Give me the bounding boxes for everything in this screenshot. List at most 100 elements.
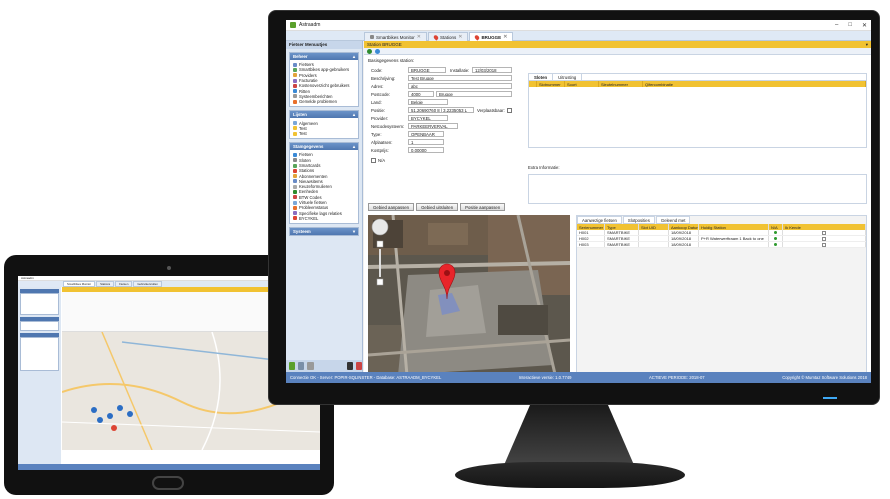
user-icon <box>293 62 297 67</box>
list-icon <box>293 131 297 136</box>
monitor-icon[interactable] <box>346 362 353 370</box>
monitor-base <box>455 462 685 488</box>
gebied-aanpassen-button[interactable]: Gebied aanpassen <box>368 203 415 211</box>
verplaatsbaar-checkbox[interactable] <box>506 107 512 113</box>
chevron-down-icon[interactable]: ▾ <box>353 229 355 235</box>
table-row[interactable]: H003 SMARTBIKE 18/09/2018 <box>577 242 866 248</box>
sidebar-item-test[interactable]: Test <box>293 131 355 136</box>
close-button[interactable]: ✕ <box>862 22 867 29</box>
chevron-up-icon[interactable]: ▴ <box>353 144 355 150</box>
na-cell <box>769 236 783 241</box>
sidebar-item-label: Systeemberichten <box>299 93 333 99</box>
close-icon[interactable]: ✕ <box>417 34 421 40</box>
tab-bar: Smartbikes Monitor ✕ Stations ✕ BRUGGE ✕ <box>286 31 871 41</box>
exit-icon[interactable] <box>355 362 363 370</box>
panel-header[interactable]: Stamgegevens ▴ <box>290 143 358 151</box>
land-select[interactable]: Belgie <box>408 99 448 105</box>
app-logo-icon <box>290 22 296 28</box>
na-cell <box>769 230 783 235</box>
tab-brugge[interactable]: BRUGGE ✕ <box>469 32 514 41</box>
close-icon[interactable]: ✕ <box>458 34 462 40</box>
maximize-button[interactable]: □ <box>848 22 852 29</box>
panel-header[interactable]: Lijsten ▴ <box>290 111 358 119</box>
satellite-map[interactable] <box>368 215 570 383</box>
tab-label: Smartbikes Monitor <box>376 34 415 40</box>
row-checkbox[interactable] <box>822 230 826 235</box>
serial-cell: H001 <box>577 230 605 235</box>
provider-select[interactable]: BYCYKEL <box>408 115 448 121</box>
code-label: Code: <box>371 67 383 73</box>
tablet-home-button[interactable] <box>152 476 184 490</box>
tab-geleend-met[interactable]: Geleend met <box>655 216 691 224</box>
positie-field[interactable]: 51.20690760 8 | 3.2235053 L <box>408 107 474 113</box>
slot-cell <box>639 236 669 241</box>
map-pin-icon <box>432 33 440 41</box>
extra-info-textarea[interactable] <box>528 174 867 204</box>
tab-stations[interactable]: Stations ✕ <box>427 32 469 41</box>
chevron-down-icon[interactable]: ▾ <box>866 42 868 47</box>
pan-control-icon[interactable] <box>371 218 389 236</box>
map-marker-icon[interactable] <box>117 405 123 411</box>
tab-smartbikes-monitor[interactable]: Smartbikes Monitor ✕ <box>364 32 427 41</box>
installatie-label: Installatie: <box>450 67 470 73</box>
fietsen-list: Aanwezige fietsen Slotposities Geleend m… <box>576 215 867 383</box>
panel-header[interactable]: Beheer ▴ <box>290 53 358 60</box>
map-marker-icon[interactable] <box>91 407 97 413</box>
postcode-field[interactable]: 4000 <box>408 91 434 97</box>
close-icon[interactable]: ✕ <box>503 34 507 40</box>
tab-sloten[interactable]: Sloten <box>529 74 554 80</box>
panel-header[interactable]: Systeem ▾ <box>290 228 358 236</box>
positie-aanpassen-button[interactable]: Positie aanpassen <box>460 203 506 211</box>
beschrijving-field[interactable]: Test Brugge <box>408 75 512 81</box>
map-button-row: Gebied aanpassen Gebied uitsluiten Posit… <box>368 203 506 211</box>
map-marker-icon[interactable] <box>111 425 117 431</box>
type-select[interactable]: OPENBAAR <box>408 131 444 137</box>
tab-aanwezige-fietsen[interactable]: Aanwezige fietsen <box>577 216 622 224</box>
sidebar-item-label: Smartbikes app-gebruikers <box>299 67 350 73</box>
column-header[interactable]: Soort <box>565 81 599 87</box>
zoom-out-button[interactable] <box>376 278 384 286</box>
monitor-stand <box>504 405 634 465</box>
adres-field[interactable]: abc <box>408 83 512 89</box>
code-field[interactable]: BRUGGE <box>408 67 446 73</box>
netcode-label: Netcodesysteem: <box>371 123 405 129</box>
na-checkbox[interactable] <box>371 157 376 163</box>
column-header[interactable]: Qifercombinatie <box>643 81 866 87</box>
row-checkbox[interactable] <box>822 242 826 247</box>
sidebar-item-label: Ritten <box>299 88 310 94</box>
map-marker-icon[interactable] <box>127 411 133 417</box>
sidebar-item-bycykel[interactable]: BYCYKEL <box>293 216 355 221</box>
gebied-uitsluiten-button[interactable]: Gebied uitsluiten <box>416 203 459 211</box>
kostprijs-field[interactable]: 0,00000 <box>408 147 444 153</box>
serial-cell: H002 <box>577 236 605 241</box>
save-icon[interactable] <box>367 48 372 54</box>
afplaatsen-field[interactable]: 1 <box>408 139 444 145</box>
row-checkbox[interactable] <box>822 236 826 241</box>
installatie-date-field[interactable]: 12/03/2018 <box>472 67 512 73</box>
column-header[interactable]: Sleutelnummer <box>599 81 643 87</box>
zoom-in-button[interactable] <box>376 240 384 248</box>
gemeente-field[interactable]: Brugge <box>436 91 512 97</box>
monitor-screen: Astraadm – □ ✕ Smartbikes Monitor ✕ Stat… <box>286 20 871 383</box>
chevron-up-icon[interactable]: ▴ <box>353 112 355 118</box>
settings-icon[interactable] <box>307 362 314 370</box>
type-cell: SMARTBIKE <box>605 242 639 247</box>
map-marker-icon[interactable] <box>97 417 103 423</box>
zoom-slider[interactable] <box>379 249 381 277</box>
beschrijving-label: Beschrijving: <box>371 75 396 81</box>
chevron-up-icon[interactable]: ▴ <box>353 54 355 60</box>
tab-uitrusting[interactable]: Uitrusting <box>553 74 583 80</box>
app-logo-icon[interactable] <box>289 362 296 370</box>
sidebar-item-problemen[interactable]: Gemelde problemen <box>293 99 355 104</box>
minimize-button[interactable]: – <box>835 22 838 29</box>
map-marker-icon[interactable] <box>107 413 113 419</box>
column-header[interactable]: Slotnummer <box>537 81 565 87</box>
users-icon[interactable] <box>298 362 305 370</box>
tab-slotposities[interactable]: Slotposities <box>622 216 655 224</box>
kende-cell <box>783 242 866 247</box>
row-selector <box>529 81 537 87</box>
station-cell <box>699 242 769 247</box>
refresh-icon[interactable] <box>375 48 380 54</box>
netcode-select[interactable]: PARKEERVERVAL <box>408 123 458 129</box>
window-titlebar: Astraadm – □ ✕ <box>286 20 871 31</box>
